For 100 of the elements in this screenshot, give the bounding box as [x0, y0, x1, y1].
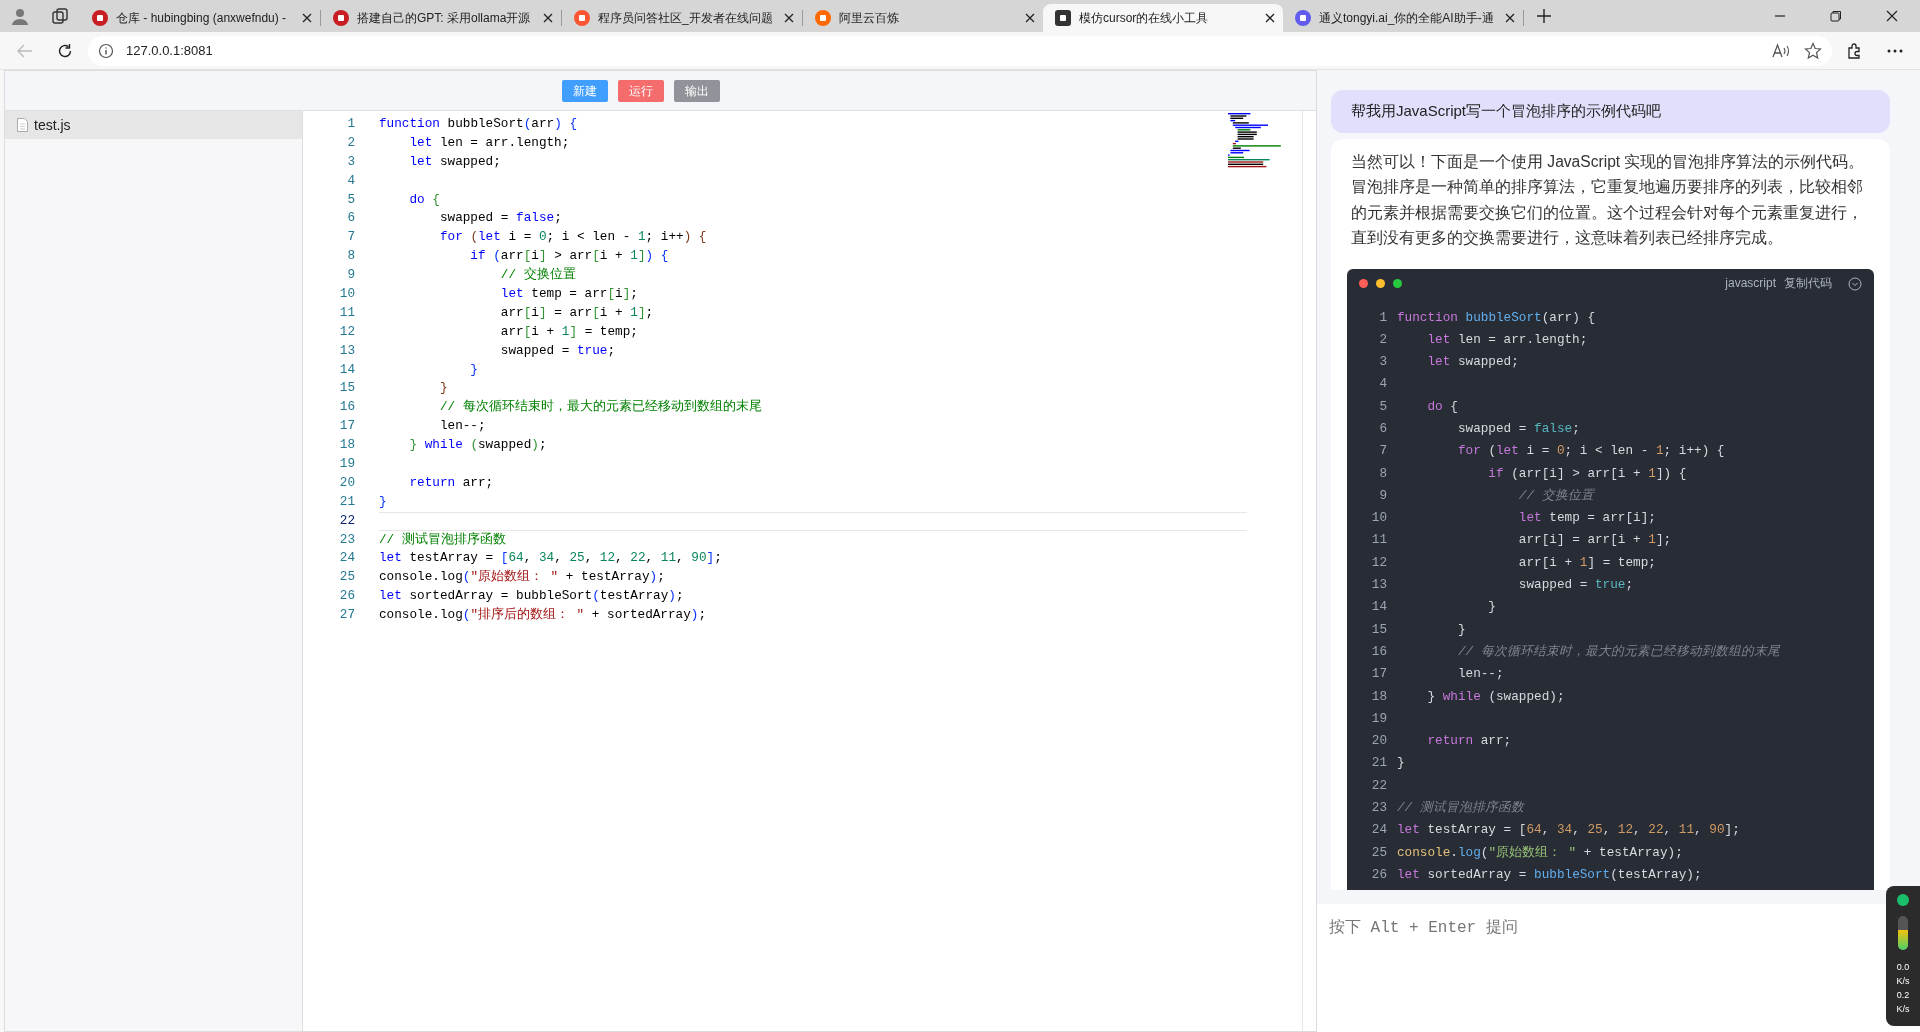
close-icon[interactable]	[1886, 10, 1898, 22]
browser-tab[interactable]: 搭建自己的GPT: 采用ollama开源	[321, 4, 561, 32]
line-number: 14	[338, 360, 355, 379]
code-line: arr[i] = arr[i + 1];	[1517, 531, 1672, 550]
window-dot-icon	[1393, 279, 1402, 288]
code-line: } while (swapped);	[1426, 687, 1565, 706]
code-line: return arr;	[408, 473, 494, 492]
code-line: } while (swapped);	[408, 436, 547, 455]
close-icon[interactable]	[1025, 13, 1035, 23]
code-line: swapped = true;	[499, 341, 616, 360]
speed-unit: K/s	[1896, 1004, 1910, 1014]
line-number: 20	[1370, 732, 1387, 751]
line-number: 23	[1370, 799, 1387, 818]
code-line: }	[1397, 754, 1405, 773]
close-icon[interactable]	[543, 13, 553, 23]
code-line: do {	[408, 190, 440, 209]
line-number: 6	[1378, 420, 1387, 438]
code-line: swapped = true;	[1517, 576, 1634, 595]
answer-text: 当然可以！下面是一个使用 JavaScript 实现的冒泡排序算法的示例代码。冒泡排序是一种简单的排序算法，它重复地遍历要排序的列表，比较相邻的元素并根据需要交换它们的位置。这个过程会针对每个元素重复进行，直到没有更多的交换需要进行，这意味着列表已经排序完成。	[1350, 151, 1866, 248]
line-number: 12	[1370, 553, 1387, 572]
code-line: swapped = false;	[438, 209, 562, 228]
close-icon[interactable]	[302, 13, 312, 23]
code-line: let swapped;	[1426, 353, 1519, 372]
code-line: }	[1456, 620, 1466, 639]
line-number: 20	[338, 473, 355, 492]
close-icon[interactable]	[784, 13, 794, 23]
line-number: 5	[1378, 397, 1387, 416]
star-icon[interactable]	[1804, 41, 1822, 60]
line-number: 25	[1370, 843, 1387, 862]
code-line: // 测试冒泡排序函数	[379, 530, 506, 549]
code-line: return arr;	[1426, 732, 1512, 751]
speed-unit: K/s	[1896, 976, 1910, 986]
copy-code-link[interactable]: 复制代码	[1784, 270, 1832, 297]
line-number: 4	[346, 171, 355, 190]
site-icon	[1055, 10, 1071, 26]
avatar-icon[interactable]	[10, 6, 30, 26]
upload-speed: 0.0	[1896, 962, 1910, 972]
code-line: function bubbleSort(arr) {	[379, 115, 577, 133]
code-line: let len = arr.length;	[408, 133, 570, 152]
code-line: let len = arr.length;	[1426, 330, 1588, 349]
line-number: 21	[1370, 754, 1387, 773]
new-tab-icon[interactable]	[1537, 9, 1551, 23]
browser-tab[interactable]: 通义tongyi.ai_你的全能AI助手-通	[1283, 4, 1523, 32]
address-bar[interactable]: 127.0.0.1:8081	[88, 35, 1832, 66]
language-label: javascript	[1725, 274, 1776, 292]
minimap-drawing	[1228, 113, 1284, 169]
more-icon[interactable]	[1887, 48, 1903, 53]
code-line: let testArray = [64, 34, 25, 12, 22, 11, 90];	[379, 549, 722, 568]
line-number: 11	[338, 303, 355, 322]
code-line: // 交换位置	[499, 266, 576, 285]
code-line: }	[379, 492, 387, 511]
code-line: console.log("原始数组： " + testArray);	[1397, 843, 1683, 862]
line-number: 8	[346, 247, 355, 266]
site-icon	[1295, 10, 1311, 26]
line-number: 2	[346, 133, 355, 152]
site-icon	[333, 10, 349, 26]
code-line: // 每次循环结束时，最大的元素已经移动到数组的末尾	[438, 398, 762, 417]
code-line: // 测试冒泡排序函数	[1397, 799, 1524, 818]
file-item[interactable]: test.js	[5, 111, 302, 139]
close-icon[interactable]	[1505, 13, 1515, 23]
restore-icon[interactable]	[1830, 10, 1842, 22]
browser-tab[interactable]: 仓库 - hubingbing (anxwefndu) -	[80, 4, 320, 32]
code-line: }	[469, 360, 478, 379]
site-icon	[92, 10, 108, 26]
line-number: 19	[338, 455, 355, 474]
line-number: 10	[338, 285, 355, 303]
code-line: if (arr[i] > arr[i + 1]) {	[469, 247, 669, 266]
line-number: 9	[1378, 486, 1387, 505]
site-icon	[815, 10, 831, 26]
site-icon	[574, 10, 590, 26]
read-aloud-icon[interactable]	[1772, 42, 1792, 59]
line-number: 1	[1378, 308, 1387, 327]
browser-tab[interactable]: 程序员问答社区_开发者在线问题	[562, 4, 802, 32]
close-icon[interactable]	[1265, 13, 1275, 23]
refresh-icon[interactable]	[57, 42, 73, 59]
line-number: 16	[338, 398, 355, 417]
code-line: for (let i = 0; i < len - 1; i++) {	[438, 228, 707, 247]
code-line: // 每次循环结束时，最大的元素已经移动到数组的末尾	[1456, 642, 1780, 661]
line-number: 18	[1370, 687, 1387, 706]
line-number: 11	[1370, 531, 1387, 550]
code-line: len--;	[1456, 665, 1504, 684]
code-line: }	[438, 379, 448, 398]
browser-tab[interactable]: 模仿cursor的在线小工具	[1043, 4, 1283, 32]
line-number: 23	[338, 530, 355, 549]
status-dot-icon	[1897, 894, 1909, 906]
line-number: 13	[338, 341, 355, 360]
code-line: if (arr[i] > arr[i + 1]) {	[1487, 464, 1687, 483]
question-input[interactable]: 按下 Alt + Enter 提问	[1327, 914, 1787, 944]
info-icon[interactable]	[98, 42, 114, 59]
code-line: let swapped;	[408, 152, 501, 171]
code-line: let temp = arr[i];	[1517, 509, 1656, 528]
line-number: 17	[1370, 665, 1387, 684]
workspaces-icon[interactable]	[51, 7, 69, 25]
url-text: 127.0.0.1:8081	[126, 41, 213, 60]
line-number: 15	[1370, 620, 1387, 639]
collapse-icon[interactable]	[1848, 276, 1862, 291]
code-line: let temp = arr[i];	[499, 285, 638, 303]
browser-tab[interactable]: 阿里云百炼	[803, 4, 1043, 32]
window-dot-icon	[1376, 279, 1385, 288]
line-number: 14	[1370, 598, 1387, 617]
